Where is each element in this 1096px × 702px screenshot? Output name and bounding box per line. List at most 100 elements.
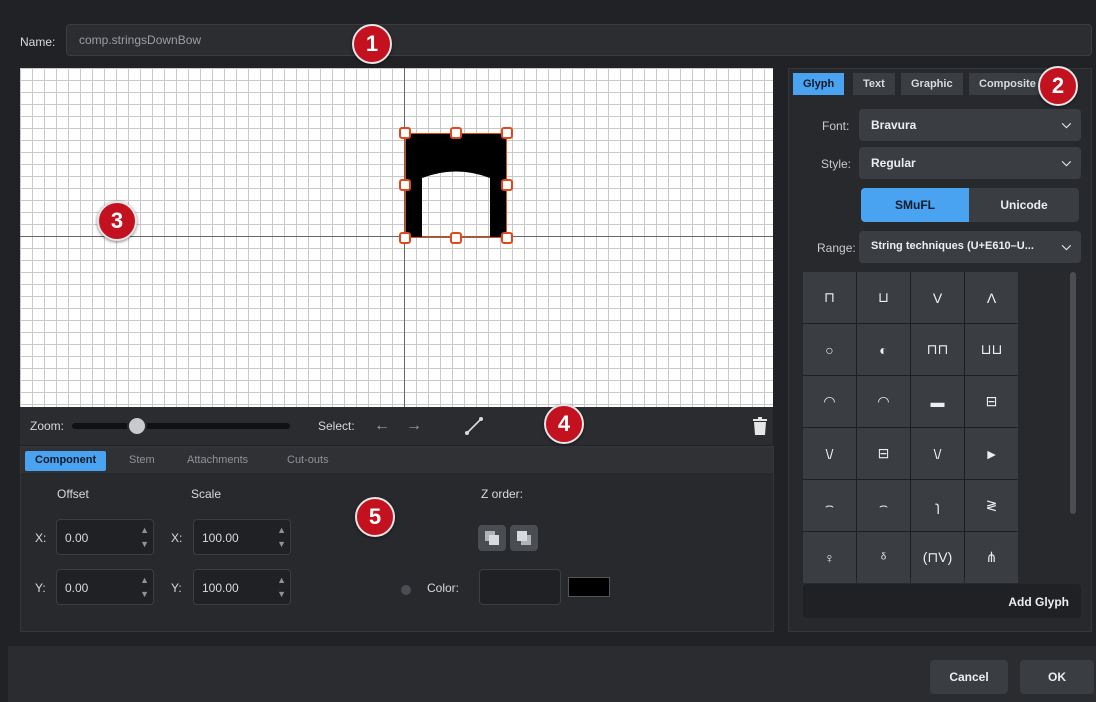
color-field[interactable] — [479, 569, 561, 605]
cancel-button[interactable]: Cancel — [930, 660, 1008, 694]
style-select[interactable]: Regular ⌵ — [859, 147, 1081, 179]
component-properties-panel: Component Stem Attachments Cut-outs Offs… — [20, 446, 774, 632]
glyph-cell[interactable]: ◠ — [803, 376, 856, 427]
offset-x-value: 0.00 — [65, 531, 89, 545]
stepper-icon[interactable]: ▲ ▼ — [277, 523, 286, 551]
offset-y-value: 0.00 — [65, 581, 89, 595]
tab-stem[interactable]: Stem — [119, 451, 165, 471]
glyph-cell[interactable]: ɿ — [911, 480, 964, 531]
offset-y-label: Y: — [35, 581, 46, 595]
range-value: String techniques (U+E610–U... — [871, 240, 1034, 252]
zoom-label: Zoom: — [30, 419, 65, 433]
glyph-cell[interactable]: ⌢ — [803, 480, 856, 531]
callout-badge-3: 3 — [97, 201, 137, 241]
glyph-cell[interactable]: V — [911, 272, 964, 323]
resize-handle-bottom-left[interactable] — [399, 232, 411, 244]
resize-handle-top-left[interactable] — [399, 127, 411, 139]
font-select[interactable]: Bravura ⌵ — [859, 109, 1081, 141]
color-toggle[interactable] — [401, 585, 411, 595]
chevron-down-icon: ⌵ — [1061, 239, 1071, 253]
glyph-cell[interactable]: \/ — [803, 428, 856, 479]
glyph-grid-scrollbar[interactable] — [1070, 272, 1076, 514]
horizontal-axis — [20, 236, 773, 237]
zoom-slider[interactable] — [72, 423, 290, 429]
glyph-cell[interactable]: ► — [965, 428, 1018, 479]
resize-handle-right[interactable] — [501, 179, 513, 191]
glyph-cell[interactable]: ⊟ — [965, 376, 1018, 427]
resize-handle-bottom[interactable] — [450, 232, 462, 244]
scale-y-field[interactable]: 100.00 ▲ ▼ — [193, 569, 291, 605]
tab-text[interactable]: Text — [853, 73, 895, 95]
send-backward-icon[interactable] — [510, 525, 538, 551]
offset-x-field[interactable]: 0.00 ▲ ▼ — [56, 519, 154, 555]
chevron-down-icon: ⌵ — [1061, 117, 1071, 131]
select-previous-arrow-icon[interactable]: ← — [374, 417, 390, 435]
tab-graphic[interactable]: Graphic — [901, 73, 963, 95]
glyph-cell[interactable]: ⊓ — [803, 272, 856, 323]
scale-y-value: 100.00 — [202, 581, 239, 595]
glyph-cell[interactable]: ᵟ — [857, 532, 910, 583]
tab-glyph[interactable]: Glyph — [793, 73, 845, 95]
glyph-cell[interactable]: ⊔ — [857, 272, 910, 323]
scale-heading: Scale — [191, 487, 222, 501]
glyph-cell[interactable]: ⊓⊓ — [911, 324, 964, 375]
trash-icon[interactable] — [752, 417, 768, 438]
glyph-cell[interactable]: Λ — [965, 272, 1018, 323]
stepper-icon[interactable]: ▲ ▼ — [277, 573, 286, 601]
glyph-cell[interactable]: ○ — [803, 324, 856, 375]
stepper-icon[interactable]: ▲ ▼ — [140, 523, 149, 551]
name-input[interactable]: comp.stringsDownBow — [66, 24, 1092, 56]
tab-cut-outs[interactable]: Cut-outs — [277, 451, 339, 471]
offset-y-field[interactable]: 0.00 ▲ ▼ — [56, 569, 154, 605]
glyph-cell[interactable]: ⋔ — [965, 532, 1018, 583]
glyph-cell[interactable]: ◠ — [857, 376, 910, 427]
add-glyph-button[interactable]: Add Glyph — [803, 584, 1081, 618]
resize-handle-top-right[interactable] — [501, 127, 513, 139]
glyph-cell[interactable]: ◐ — [857, 324, 910, 375]
glyph-cell[interactable]: \/ — [911, 428, 964, 479]
ok-button[interactable]: OK — [1020, 660, 1094, 694]
color-swatch[interactable] — [568, 577, 610, 597]
smufl-toggle[interactable]: SMuFL — [861, 188, 969, 222]
editing-canvas[interactable] — [20, 68, 773, 407]
resize-handle-top[interactable] — [450, 127, 462, 139]
glyph-cell[interactable]: ≷ — [965, 480, 1018, 531]
dialog-footer: Cancel OK — [8, 646, 1096, 702]
resize-handle-bottom-right[interactable] — [501, 232, 513, 244]
callout-badge-4: 4 — [544, 404, 584, 444]
tab-component[interactable]: Component — [25, 451, 107, 471]
stepper-icon[interactable]: ▲ ▼ — [140, 573, 149, 601]
scale-x-value: 100.00 — [202, 531, 239, 545]
callout-badge-1: 1 — [352, 24, 392, 64]
callout-badge-5: 5 — [355, 497, 395, 537]
selected-glyph[interactable] — [399, 127, 513, 244]
offset-heading: Offset — [57, 487, 89, 501]
path-edit-icon[interactable] — [464, 416, 484, 439]
scale-y-label: Y: — [171, 581, 182, 595]
font-label: Font: — [822, 119, 850, 133]
tab-attachments[interactable]: Attachments — [177, 451, 258, 471]
glyph-cell[interactable]: ▬ — [911, 376, 964, 427]
resize-handle-left[interactable] — [399, 179, 411, 191]
color-label: Color: — [427, 581, 460, 595]
glyph-cell[interactable]: ⊟ — [857, 428, 910, 479]
glyph-cell[interactable]: ♀ — [803, 532, 856, 583]
callout-badge-2: 2 — [1038, 66, 1078, 106]
unicode-toggle[interactable]: Unicode — [969, 188, 1079, 222]
select-next-arrow-icon[interactable]: → — [406, 417, 422, 435]
range-select[interactable]: String techniques (U+E610–U... ⌵ — [859, 231, 1081, 263]
scale-x-label: X: — [171, 531, 183, 545]
name-label: Name: — [20, 35, 56, 49]
range-label: Range: — [817, 241, 856, 255]
glyph-cell[interactable]: ⊔⊔ — [965, 324, 1018, 375]
glyph-cell[interactable]: (⊓V) — [911, 532, 964, 583]
canvas-toolbar: Zoom: Select: ← → — [20, 407, 773, 445]
glyph-selector-panel: Glyph Text Graphic Composite Font: Bravu… — [788, 68, 1092, 632]
tab-composite[interactable]: Composite — [969, 73, 1046, 95]
z-order-heading: Z order: — [481, 487, 524, 501]
scale-x-field[interactable]: 100.00 ▲ ▼ — [193, 519, 291, 555]
zoom-slider-thumb[interactable] — [127, 416, 148, 436]
bring-forward-icon[interactable] — [478, 525, 506, 551]
select-label: Select: — [318, 419, 355, 433]
glyph-cell[interactable]: ⌢ — [857, 480, 910, 531]
